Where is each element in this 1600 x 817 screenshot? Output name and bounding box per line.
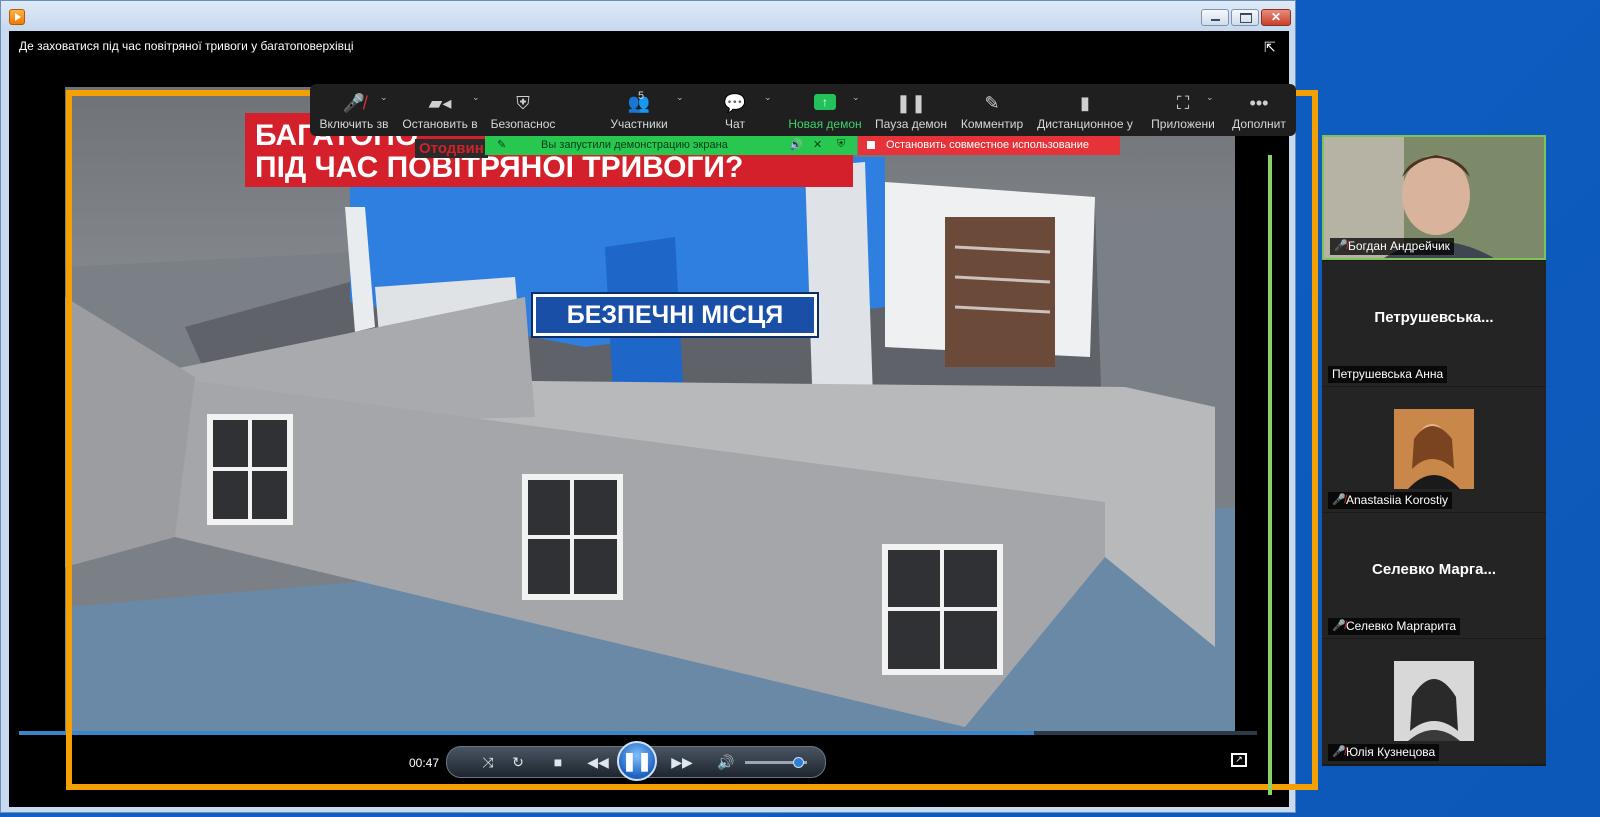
chat-button[interactable]: 💬 ⌄ Чат	[708, 84, 772, 136]
pencil-icon: ✎	[984, 93, 1000, 113]
chat-icon: 💬	[723, 93, 747, 113]
apps-button[interactable]: ⛶ ⌄ Приложени	[1148, 84, 1218, 136]
participants-gallery: 🎤̸ Богдан Андрейчик Петрушевська... Петру…	[1322, 135, 1546, 766]
close-button[interactable]	[1261, 9, 1291, 26]
participant-tile[interactable]: Селевко Марга... 🎤̸ Селевко Маргарита	[1322, 513, 1546, 638]
switch-to-library-icon[interactable]: ↗	[1231, 753, 1247, 767]
mic-muted-icon: ✕	[813, 139, 823, 151]
mic-muted-icon: 🎤̸	[1332, 746, 1346, 758]
speaker-icon: 🔊	[789, 139, 803, 151]
remote-control-button[interactable]: ▮ Дистанционное у	[1036, 84, 1134, 136]
participant-display-name: Петрушевська...	[1374, 309, 1494, 326]
participant-tile[interactable]: 🎤̸ Богдан Андрейчик	[1322, 135, 1546, 260]
minimize-button[interactable]	[1201, 9, 1229, 26]
more-icon: •••	[1249, 93, 1269, 113]
volume-knob[interactable]	[792, 757, 804, 768]
safe-places-caption: БЕЗПЕЧНІ МІСЦЯ	[533, 294, 817, 336]
video-frame: БАГАТОПО ПІД ЧАС ПОВІТРЯНОЇ ТРИВОГИ? Ото…	[65, 87, 1235, 733]
mic-muted-icon: 🎤̸	[1334, 240, 1348, 252]
repeat-icon[interactable]: ↻	[505, 750, 531, 774]
stop-share-button[interactable]: Остановить совместное использование	[858, 136, 1120, 155]
volume-icon[interactable]: 🔊	[713, 750, 739, 774]
participant-name: Петрушевська Анна	[1328, 366, 1448, 383]
participant-name: 🎤̸ Селевко Маргарита	[1328, 618, 1461, 635]
fast-forward-icon[interactable]: ▶▶	[669, 750, 695, 774]
participant-name: 🎤̸ Anastasiia Korostiy	[1328, 492, 1453, 509]
mouse-icon: ▮	[1080, 93, 1090, 113]
pause-button[interactable]: ❚❚	[617, 741, 657, 781]
video-camera-icon: ▰◂	[428, 93, 452, 113]
participant-name: 🎤̸ Юлія Кузнецова	[1328, 744, 1440, 761]
stop-icon[interactable]: ■	[545, 750, 571, 774]
security-button[interactable]: ⛨ Безопаснос	[486, 84, 560, 136]
participant-tile[interactable]: Петрушевська... Петрушевська Анна	[1322, 261, 1546, 386]
participant-name: 🎤̸ Богдан Андрейчик	[1330, 238, 1454, 255]
more-button[interactable]: ••• Дополнит	[1226, 84, 1292, 136]
participant-tile[interactable]: 🎤̸ Юлія Кузнецова	[1322, 639, 1546, 764]
video-title: Де заховатися під час повітряної тривоги…	[19, 39, 354, 53]
mic-muted-icon: 🎤̸	[1332, 620, 1346, 632]
participant-tile[interactable]: 🎤̸ Anastasiia Korostiy	[1322, 387, 1546, 512]
chevron-down-icon[interactable]: ⌄	[676, 92, 684, 103]
avatar	[1394, 409, 1474, 489]
participants-count: 5	[638, 90, 645, 102]
elapsed-time: 00:47	[409, 756, 440, 770]
share-status-bar: ✎ Вы запустили демонстрацию экрана 🔊 ✕ ⛨	[485, 136, 857, 155]
banner-line-2: ПІД ЧАС ПОВІТРЯНОЇ ТРИВОГИ?	[255, 151, 744, 184]
zoom-meeting-toolbar: 🎤̸ ⌄ Включить зв ▰◂ ⌄ Остановить в ⛨ Без…	[310, 84, 1296, 136]
seek-bar[interactable]	[19, 731, 1257, 735]
stop-video-button[interactable]: ▰◂ ⌄ Остановить в	[398, 84, 482, 136]
shuffle-icon[interactable]: ⤨	[475, 750, 501, 774]
stop-share-label: Остановить совместное использование	[886, 139, 1089, 151]
rewind-icon[interactable]: ◀◀	[585, 750, 611, 774]
pause-share-button[interactable]: ❚❚ Пауза демон	[874, 84, 948, 136]
mic-muted-icon: 🎤̸	[1332, 494, 1346, 506]
share-screen-icon: ↑	[814, 94, 836, 110]
participants-button[interactable]: 👥 5 ⌄ Участники	[592, 84, 686, 136]
shield-icon: ⛨	[516, 93, 530, 113]
pause-icon: ❚❚	[895, 93, 927, 113]
chevron-down-icon[interactable]: ⌄	[472, 92, 480, 103]
share-status-text: Вы запустили демонстрацию экрана	[541, 139, 728, 151]
fullscreen-toggle-icon[interactable]: ⇱	[1264, 39, 1282, 55]
window-titlebar[interactable]	[1, 1, 1295, 31]
new-share-button[interactable]: ↑ ⌄ Новая демон	[786, 84, 864, 136]
chevron-down-icon[interactable]: ⌄	[380, 92, 388, 103]
chevron-down-icon[interactable]: ⌄	[764, 92, 772, 103]
unmute-button[interactable]: 🎤̸ ⌄ Включить зв	[314, 84, 394, 136]
seek-bar-progress	[19, 731, 1035, 735]
annotate-button[interactable]: ✎ Комментир	[958, 84, 1026, 136]
maximize-button[interactable]	[1231, 9, 1259, 26]
chevron-down-icon[interactable]: ⌄	[1206, 92, 1214, 103]
volume-slider[interactable]	[745, 757, 807, 768]
participant-display-name: Селевко Марга...	[1372, 561, 1496, 578]
pin-icon[interactable]: ✎	[497, 138, 506, 151]
media-player-app-icon	[9, 9, 25, 25]
playback-controls: ⤨ ↻ ■ ◀◀ ❚❚ ▶▶ 🔊	[446, 741, 826, 781]
window-highlight-border	[1268, 155, 1272, 795]
banner-overlay-text: Отодвин	[415, 139, 488, 158]
shield-icon: ⛨	[837, 138, 846, 150]
avatar	[1394, 661, 1474, 741]
stop-icon	[867, 141, 875, 149]
chevron-down-icon[interactable]: ⌄	[852, 92, 860, 103]
